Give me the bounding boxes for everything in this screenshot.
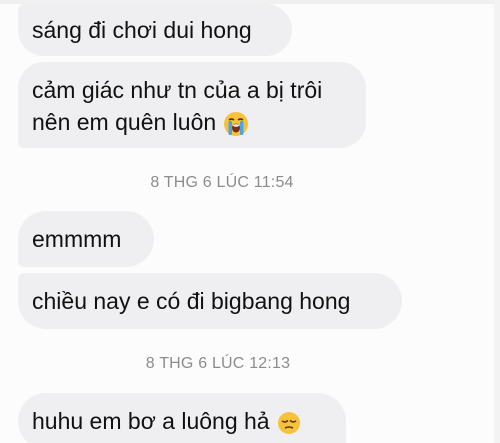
timestamp: 8 THG 6 LÚC 12:13 [145,355,291,372]
message-bubble[interactable]: sáng đi chơi dui hong [18,4,292,56]
message-text: chiều nay e có đi bigbang hong [32,288,351,314]
message-text: huhu em bơ a luông hả [32,408,270,434]
pensive-face-icon [276,410,302,436]
timestamp: 8 THG 6 LÚC 11:54 [150,174,294,191]
message-text-line-2: nên em quên luôn [32,109,217,135]
message-text: emmmm [32,226,122,252]
message-bubble[interactable]: huhu em bơ a luông hả [18,393,346,443]
message-bubble[interactable]: emmmm [18,211,154,267]
message-text: sáng đi chơi dui hong [32,17,252,43]
message-text-line-1: cảm giác như tn của a bị trôi [32,77,323,103]
message-bubble[interactable]: cảm giác như tn của a bị trôi nên em quê… [18,62,366,148]
chat-thread: sáng đi chơi dui hong cảm giác như tn củ… [0,0,500,443]
right-edge [494,0,500,443]
message-bubble[interactable]: chiều nay e có đi bigbang hong [18,273,402,329]
loudly-crying-face-icon [222,110,250,138]
